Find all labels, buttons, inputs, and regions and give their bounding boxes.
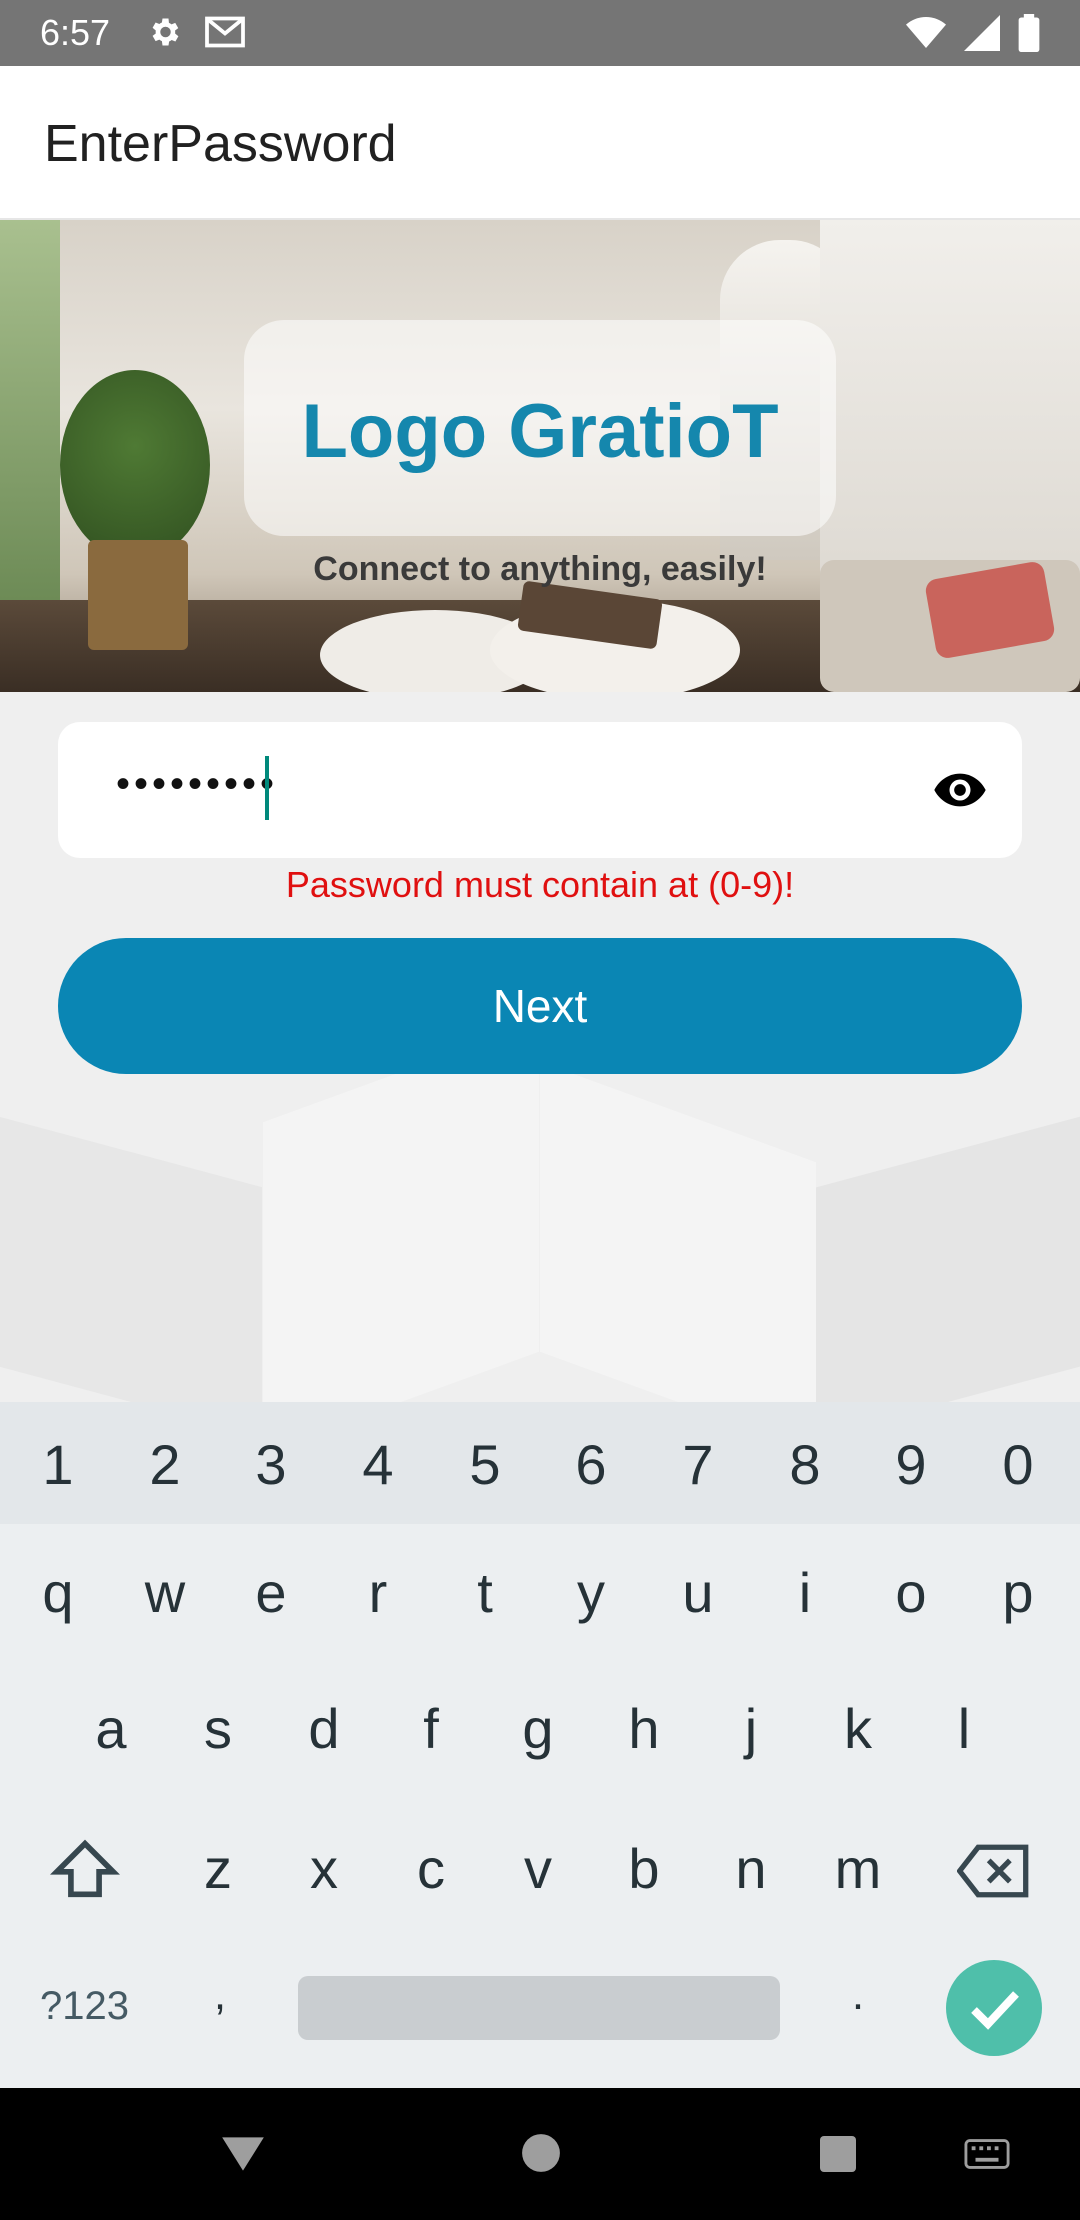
system-nav-bar — [0, 2088, 1080, 2220]
enter-key[interactable] — [946, 1960, 1042, 2056]
back-icon[interactable] — [218, 2132, 268, 2181]
key-2[interactable]: 2 — [115, 1432, 215, 1497]
key-t[interactable]: t — [435, 1560, 535, 1625]
form-area: ••••••••• Password must contain at (0-9)… — [0, 692, 1080, 1402]
key-4[interactable]: 4 — [328, 1432, 428, 1497]
key-6[interactable]: 6 — [541, 1432, 641, 1497]
key-j[interactable]: j — [701, 1696, 801, 1761]
home-icon[interactable] — [520, 2132, 562, 2179]
tagline: Connect to anything, easily! — [313, 550, 767, 588]
wifi-icon — [906, 15, 946, 56]
key-9[interactable]: 9 — [861, 1432, 961, 1497]
password-input[interactable]: ••••••••• — [58, 722, 1022, 858]
key-3[interactable]: 3 — [221, 1432, 321, 1497]
signal-icon — [964, 15, 1000, 56]
key-w[interactable]: w — [115, 1560, 215, 1625]
key-u[interactable]: u — [648, 1560, 748, 1625]
password-value: ••••••••• — [116, 762, 279, 806]
key-x[interactable]: x — [274, 1836, 374, 1901]
key-1[interactable]: 1 — [8, 1432, 108, 1497]
symbols-key[interactable]: ?123 — [40, 1984, 129, 2029]
key-o[interactable]: o — [861, 1560, 961, 1625]
eye-icon[interactable] — [932, 762, 988, 818]
key-s[interactable]: s — [168, 1696, 268, 1761]
keyboard-switch-icon[interactable] — [964, 2138, 1010, 2175]
background-facet — [816, 1116, 1080, 1402]
space-bar[interactable] — [298, 1976, 780, 2040]
recents-icon[interactable] — [818, 2134, 858, 2179]
key-7[interactable]: 7 — [648, 1432, 748, 1497]
battery-icon — [1018, 14, 1040, 57]
key-8[interactable]: 8 — [755, 1432, 855, 1497]
key-d[interactable]: d — [274, 1696, 374, 1761]
key-l[interactable]: l — [914, 1696, 1014, 1761]
hero-plant — [60, 370, 210, 560]
settings-icon — [146, 14, 182, 55]
key-b[interactable]: b — [594, 1836, 694, 1901]
key-v[interactable]: v — [488, 1836, 588, 1901]
key-period[interactable]: . — [808, 1970, 908, 2020]
background-facet — [540, 1061, 816, 1402]
error-message: Password must contain at (0-9)! — [285, 864, 795, 905]
key-p[interactable]: p — [968, 1560, 1068, 1625]
gmail-icon — [204, 14, 246, 55]
background-facet — [263, 1021, 539, 1402]
background-facet — [0, 1117, 262, 1402]
app-logo: Logo GratioT — [301, 389, 779, 474]
backspace-icon[interactable] — [944, 1844, 1044, 1911]
key-e[interactable]: e — [221, 1560, 321, 1625]
key-k[interactable]: k — [808, 1696, 908, 1761]
key-m[interactable]: m — [808, 1836, 908, 1901]
page-title: EnterPassword — [44, 115, 397, 173]
text-cursor — [265, 756, 269, 820]
key-5[interactable]: 5 — [435, 1432, 535, 1497]
key-f[interactable]: f — [381, 1696, 481, 1761]
hero-pot — [88, 540, 188, 650]
shift-icon[interactable] — [35, 1838, 135, 1913]
key-g[interactable]: g — [488, 1696, 588, 1761]
soft-keyboard: 1 2 3 4 5 6 7 8 9 0 q w e r t y u i o p … — [0, 1402, 1080, 2088]
key-y[interactable]: y — [541, 1560, 641, 1625]
hero-window — [0, 220, 60, 600]
key-q[interactable]: q — [8, 1560, 108, 1625]
key-h[interactable]: h — [594, 1696, 694, 1761]
status-bar: 6:57 — [0, 0, 1080, 66]
key-z[interactable]: z — [168, 1836, 268, 1901]
app-bar: EnterPassword — [0, 66, 1080, 220]
key-c[interactable]: c — [381, 1836, 481, 1901]
key-n[interactable]: n — [701, 1836, 801, 1901]
key-comma[interactable]: , — [170, 1970, 270, 2020]
key-i[interactable]: i — [755, 1560, 855, 1625]
key-0[interactable]: 0 — [968, 1432, 1068, 1497]
status-time: 6:57 — [40, 12, 111, 53]
key-r[interactable]: r — [328, 1560, 428, 1625]
check-icon — [971, 1991, 1019, 2030]
hero-banner: Logo GratioT Connect to anything, easily… — [0, 220, 1080, 692]
next-button[interactable]: Next — [58, 938, 1022, 1074]
key-a[interactable]: a — [61, 1696, 161, 1761]
